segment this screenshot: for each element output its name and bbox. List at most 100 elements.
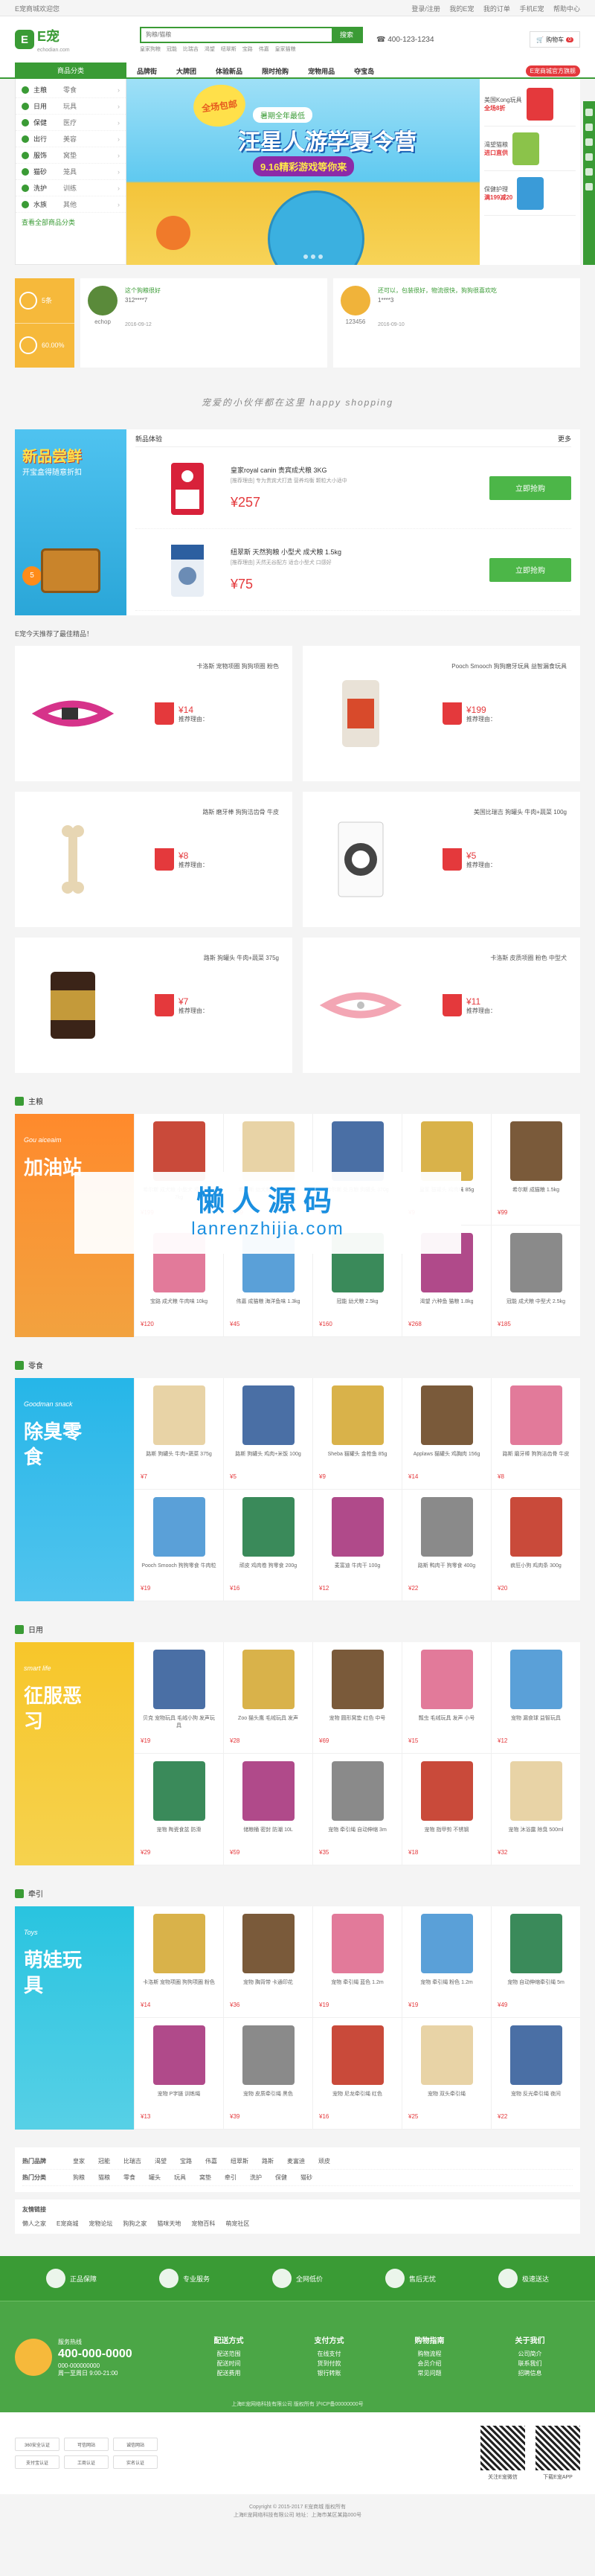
hot-word[interactable]: 冠能 — [167, 47, 177, 52]
toolbar-icon[interactable] — [585, 138, 593, 146]
cert-badge[interactable]: 可信网站 — [64, 2438, 109, 2451]
nav-item[interactable]: 大牌团 — [176, 66, 196, 76]
link[interactable]: 比瑞吉 — [123, 2157, 141, 2165]
category-toggle[interactable]: 商品分类 — [15, 63, 126, 79]
nav-badge[interactable]: E宠商城官方旗舰 — [525, 65, 580, 77]
product-cell[interactable]: Applaws 猫罐头 鸡胸肉 156g ¥14 — [402, 1378, 491, 1490]
sidebar-item[interactable]: 猫砂 笼具 › — [16, 164, 126, 180]
product-cell[interactable]: 冠能 成犬粮 中型犬 2.5kg ¥185 — [491, 1225, 580, 1337]
recommend-card[interactable]: ¥14 推荐理由： 卡洛斯 宠物项圈 狗狗项圈 粉色 — [15, 646, 292, 781]
logo[interactable]: E E宠 echodian.com — [15, 26, 82, 53]
link[interactable]: 猫砂 — [300, 2173, 312, 2182]
hot-word[interactable]: 渴望 — [205, 47, 215, 52]
toolbar-icon[interactable] — [585, 124, 593, 131]
footer-link[interactable]: 银行转账 — [279, 2368, 379, 2378]
right-ad[interactable]: 渴望猫粮 进口直供 — [484, 126, 576, 171]
toolbar-icon[interactable] — [585, 168, 593, 176]
link[interactable]: 宝路 — [180, 2157, 192, 2165]
product-cell[interactable]: 宠物 圆形窝垫 红色 中号 ¥69 — [312, 1642, 402, 1754]
new-products-banner[interactable]: 新品尝鲜 开宝盒得随意折扣 5 — [15, 429, 126, 615]
footer-link[interactable]: 配送范围 — [178, 2349, 279, 2359]
right-ad[interactable]: 美国Kong玩具 全场8折 — [484, 82, 576, 126]
product-image[interactable] — [158, 540, 217, 600]
sidebar-item[interactable]: 服饰 窝垫 › — [16, 147, 126, 164]
cert-badge[interactable]: 360安全认证 — [15, 2438, 60, 2451]
topbar-link[interactable]: 登录/注册 — [411, 5, 440, 13]
link[interactable]: 皇家 — [73, 2157, 85, 2165]
link[interactable]: 牵引 — [225, 2173, 237, 2182]
product-cell[interactable]: 宠物 P字链 训练绳 ¥13 — [134, 2018, 223, 2130]
product-cell[interactable]: 宠物 沐浴露 除臭 500ml ¥32 — [491, 1754, 580, 1865]
link[interactable]: 猫粮 — [98, 2173, 110, 2182]
recommend-card[interactable]: ¥5 推荐理由： 美国比瑞吉 狗罐头 牛肉+蔬菜 100g — [303, 792, 580, 927]
friend-link[interactable]: 猫咪天地 — [157, 2220, 181, 2228]
footer-link[interactable]: 招聘信息 — [480, 2368, 580, 2378]
product-cell[interactable]: 宠物 牵引绳 蓝色 1.2m ¥19 — [312, 1906, 402, 2018]
link[interactable]: 保健 — [275, 2173, 287, 2182]
recommend-card[interactable]: ¥11 推荐理由： 卡洛斯 皮质项圈 粉色 中型犬 — [303, 938, 580, 1073]
cert-badge[interactable]: 诚信网站 — [113, 2438, 158, 2451]
topbar-link[interactable]: 帮助中心 — [553, 5, 580, 13]
cart-button[interactable]: 🛒 购物车 0 — [530, 31, 580, 48]
link[interactable]: 洗护 — [250, 2173, 262, 2182]
nav-item[interactable]: 品牌街 — [137, 66, 157, 76]
product-cell[interactable]: 路斯 鸭肉干 狗零食 400g ¥22 — [402, 1490, 491, 1601]
footer-link[interactable]: 配送费用 — [178, 2368, 279, 2378]
floor-banner[interactable]: Goodman snack 除臭零食 — [15, 1378, 134, 1601]
nav-item[interactable]: 夺宝岛 — [354, 66, 374, 76]
buy-button[interactable]: 立即抢购 — [489, 475, 571, 500]
topbar-link[interactable]: 我的E宠 — [449, 5, 474, 13]
sidebar-item[interactable]: 保健 医疗 › — [16, 115, 126, 131]
hot-word[interactable]: 皇家狗粮 — [140, 47, 161, 52]
link[interactable]: 狗粮 — [73, 2173, 85, 2182]
product-cell[interactable]: 宠物 自动伸缩牵引绳 5m ¥49 — [491, 1906, 580, 2018]
link[interactable]: 零食 — [123, 2173, 135, 2182]
more-link[interactable]: 更多 — [558, 434, 571, 443]
friend-link[interactable]: 懒人之家 — [22, 2220, 46, 2228]
sidebar-item[interactable]: 水族 其他 › — [16, 196, 126, 213]
footer-link[interactable]: 会员介绍 — [379, 2359, 480, 2368]
link[interactable]: 渴望 — [155, 2157, 167, 2165]
hot-word[interactable]: 皇家猫粮 — [275, 47, 296, 52]
product-cell[interactable]: 路斯 磨牙棒 狗狗洁齿骨 牛皮 ¥8 — [491, 1378, 580, 1490]
link[interactable]: 伟嘉 — [205, 2157, 217, 2165]
product-cell[interactable]: 顽皮 鸡肉卷 狗零食 200g ¥16 — [223, 1490, 312, 1601]
search-button[interactable]: 搜索 — [332, 28, 361, 42]
product-cell[interactable]: 希尔斯 成猫粮 1.5kg ¥99 — [491, 1114, 580, 1225]
floor-banner[interactable]: smart life 征服恶习 — [15, 1642, 134, 1865]
product-name[interactable]: 纽翠斯 天然狗粮 小型犬 成犬粮 1.5kg — [231, 547, 489, 557]
product-cell[interactable]: 宠物 双头牵引绳 ¥25 — [402, 2018, 491, 2130]
link[interactable]: 窝垫 — [199, 2173, 211, 2182]
product-cell[interactable]: 卡洛斯 宠物项圈 狗狗项圈 粉色 ¥14 — [134, 1906, 223, 2018]
footer-link[interactable]: 购物流程 — [379, 2349, 480, 2359]
slide-dot[interactable] — [318, 254, 323, 259]
product-cell[interactable]: Pooch Smooch 狗狗零食 牛肉粒 ¥19 — [134, 1490, 223, 1601]
floor-banner[interactable]: Toys 萌娃玩具 — [15, 1906, 134, 2130]
link[interactable]: 麦富迪 — [287, 2157, 305, 2165]
topbar-link[interactable]: 我的订单 — [483, 5, 510, 13]
slide-dot[interactable] — [303, 254, 308, 259]
product-cell[interactable]: Zoo 猫头鹰 毛绒玩具 发声 ¥28 — [223, 1642, 312, 1754]
footer-link[interactable]: 公司简介 — [480, 2349, 580, 2359]
product-cell[interactable]: 宠物 反光牵引绳 夜间 ¥22 — [491, 2018, 580, 2130]
friend-link[interactable]: 宠物百科 — [191, 2220, 215, 2228]
product-cell[interactable]: 路斯 狗罐头 鸡肉+米饭 100g ¥5 — [223, 1378, 312, 1490]
product-cell[interactable]: Sheba 猫罐头 金枪鱼 85g ¥9 — [312, 1378, 402, 1490]
hot-word[interactable]: 宝路 — [242, 47, 253, 52]
toolbar-icon[interactable] — [585, 183, 593, 190]
toolbar-icon[interactable] — [585, 153, 593, 161]
hero-slide[interactable]: 全场包邮 暑期全年最低 汪星人游学夏令营 9.16精彩游戏等你来 — [126, 79, 480, 265]
hot-word[interactable]: 伟嘉 — [259, 47, 269, 52]
nav-item[interactable]: 宠物用品 — [308, 66, 335, 76]
product-cell[interactable]: 宠物 皮质牵引绳 黑色 ¥39 — [223, 2018, 312, 2130]
review-card[interactable]: echop 这个狗粮很好 312****7 2016-09-12 — [80, 278, 327, 368]
hot-word[interactable]: 纽翠斯 — [221, 47, 237, 52]
friend-link[interactable]: 宠物论坛 — [89, 2220, 112, 2228]
product-name[interactable]: 皇家royal canin 贵宾成犬粮 3KG — [231, 465, 489, 475]
cert-badge[interactable]: 实名认证 — [113, 2455, 158, 2469]
cert-badge[interactable]: 工商认证 — [64, 2455, 109, 2469]
footer-link[interactable]: 在线支付 — [279, 2349, 379, 2359]
product-cell[interactable]: 宠物 尼龙牵引绳 红色 ¥16 — [312, 2018, 402, 2130]
recommend-card[interactable]: ¥7 推荐理由： 路斯 狗罐头 牛肉+蔬菜 375g — [15, 938, 292, 1073]
link[interactable]: 路斯 — [262, 2157, 274, 2165]
